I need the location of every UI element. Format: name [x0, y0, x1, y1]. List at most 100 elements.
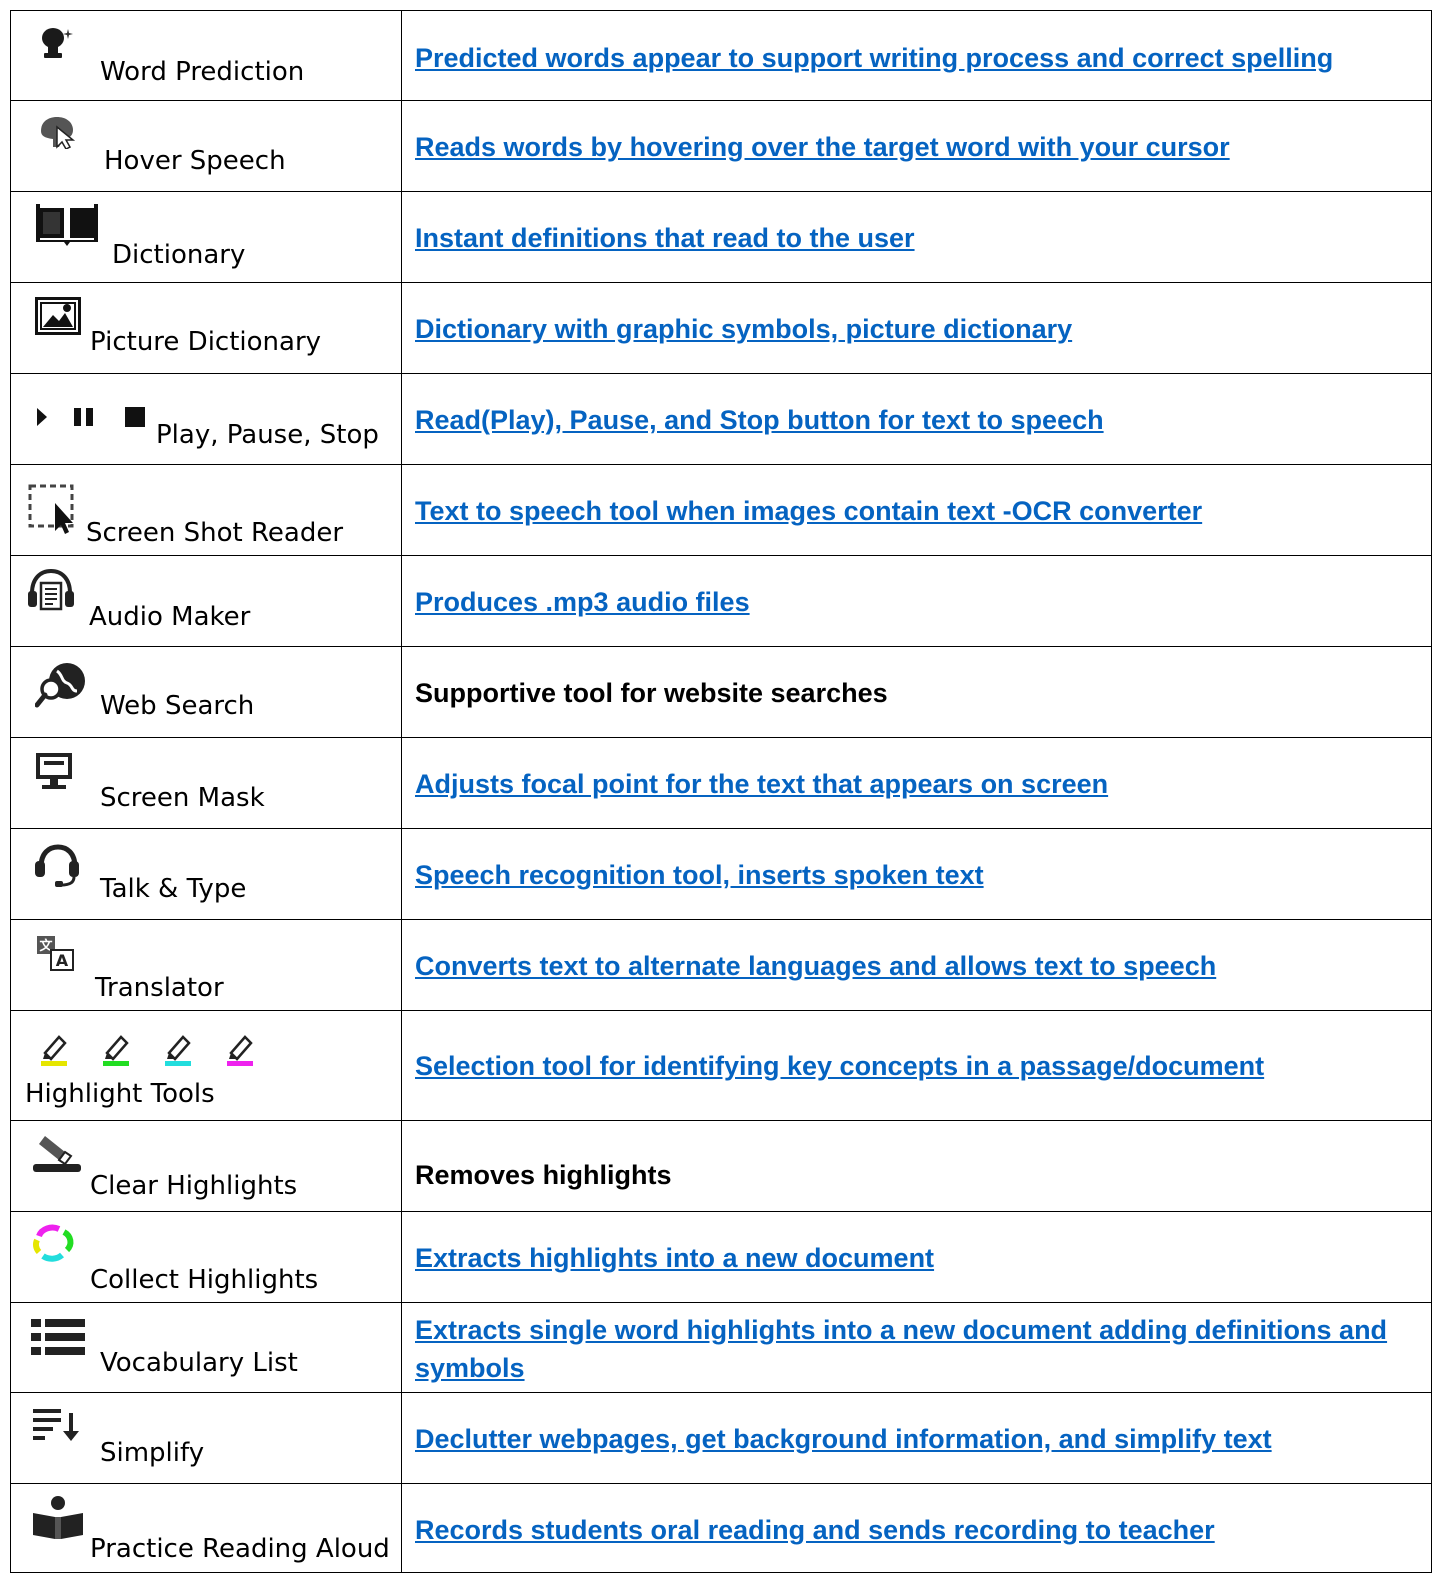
table-row: Hover Speech Reads words by hovering ove…: [10, 100, 1432, 192]
play-pause-stop-icons: [35, 406, 153, 432]
table-row: Collect Highlights Extracts highlights i…: [10, 1211, 1432, 1303]
tool-name: Web Search: [100, 691, 255, 721]
tool-name-cell: Practice Reading Aloud: [10, 1483, 402, 1573]
tool-name-cell: Dictionary: [10, 191, 402, 283]
tool-name: Dictionary: [112, 240, 246, 270]
table-row: 文A Translator Converts text to alternate…: [10, 919, 1432, 1011]
tool-description: Supportive tool for website searches: [415, 678, 888, 708]
table-row: Simplify Declutter webpages, get backgro…: [10, 1392, 1432, 1484]
highlighter-icons: [39, 1031, 269, 1067]
table-row: Clear Highlights Removes highlights: [10, 1120, 1432, 1212]
tool-description-cell: Predicted words appear to support writin…: [401, 10, 1432, 101]
simplify-icon: [31, 1407, 83, 1443]
tool-description-link[interactable]: Selection tool for identifying key conce…: [415, 1047, 1264, 1085]
svg-text:A: A: [56, 951, 69, 970]
table-row: Vocabulary List Extracts single word hig…: [10, 1302, 1432, 1393]
tool-description: Removes highlights: [415, 1160, 672, 1190]
tool-name-cell: Clear Highlights: [10, 1120, 402, 1212]
tool-name: Practice Reading Aloud: [90, 1534, 390, 1564]
monitor-icon: [34, 751, 74, 791]
tool-name-cell: Word Prediction: [10, 10, 402, 101]
tool-name: Play, Pause, Stop: [156, 420, 379, 450]
tool-name-cell: Screen Mask: [10, 737, 402, 829]
tool-description-cell: Reads words by hovering over the target …: [401, 100, 1432, 192]
table-row: Screen Shot Reader Text to speech tool w…: [10, 464, 1432, 556]
picture-icon: [35, 297, 81, 335]
headset-icon: [33, 843, 81, 889]
tool-name-cell: Play, Pause, Stop: [10, 373, 402, 465]
tool-description-link[interactable]: Extracts single word highlights into a n…: [415, 1311, 1421, 1387]
tool-name: Screen Mask: [100, 783, 265, 813]
table-row: Talk & Type Speech recognition tool, ins…: [10, 828, 1432, 920]
tool-description-link[interactable]: Text to speech tool when images contain …: [415, 492, 1202, 530]
tool-name-cell: Vocabulary List: [10, 1302, 402, 1393]
tool-name: Hover Speech: [104, 146, 286, 176]
tool-name: Clear Highlights: [90, 1171, 298, 1201]
tool-description-cell: Supportive tool for website searches: [401, 646, 1432, 738]
translate-icon: 文A: [35, 934, 75, 972]
tool-name-cell: Talk & Type: [10, 828, 402, 920]
collect-cycle-icon: [31, 1224, 75, 1262]
tool-name-cell: Collect Highlights: [10, 1211, 402, 1303]
tool-name: Highlight Tools: [25, 1079, 215, 1109]
tool-name-cell: Highlight Tools: [10, 1010, 402, 1121]
tool-description-link[interactable]: Produces .mp3 audio files: [415, 583, 750, 621]
tool-description-link[interactable]: Converts text to alternate languages and…: [415, 947, 1216, 985]
tool-name-cell: Picture Dictionary: [10, 282, 402, 374]
book-icon: [36, 202, 98, 246]
globe-search-icon: [35, 661, 91, 709]
table-row: Word Prediction Predicted words appear t…: [10, 10, 1432, 101]
tool-description-cell: Extracts single word highlights into a n…: [401, 1302, 1432, 1393]
table-row: Web Search Supportive tool for website s…: [10, 646, 1432, 738]
tool-description-cell: Read(Play), Pause, and Stop button for t…: [401, 373, 1432, 465]
tool-description-link[interactable]: Reads words by hovering over the target …: [415, 128, 1230, 166]
table-row: Dictionary Instant definitions that read…: [10, 191, 1432, 283]
tool-description-cell: Removes highlights: [401, 1120, 1432, 1212]
tools-table: Word Prediction Predicted words appear t…: [10, 10, 1432, 1573]
tool-description-link[interactable]: Dictionary with graphic symbols, picture…: [415, 310, 1072, 348]
tool-name: Audio Maker: [89, 602, 251, 632]
tool-description-cell: Records students oral reading and sends …: [401, 1483, 1432, 1573]
tool-name: Simplify: [100, 1438, 205, 1468]
table-row: Highlight Tools Selection tool for ident…: [10, 1010, 1432, 1121]
tool-description-link[interactable]: Declutter webpages, get background infor…: [415, 1420, 1272, 1458]
tool-name-cell: Simplify: [10, 1392, 402, 1484]
tool-name: Collect Highlights: [90, 1265, 319, 1295]
hover-speech-icon: [39, 117, 77, 149]
tool-description-cell: Selection tool for identifying key conce…: [401, 1010, 1432, 1121]
tool-description-cell: Adjusts focal point for the text that ap…: [401, 737, 1432, 829]
tool-name-cell: Web Search: [10, 646, 402, 738]
tool-description-link[interactable]: Adjusts focal point for the text that ap…: [415, 765, 1108, 803]
headphones-document-icon: [26, 567, 76, 617]
tool-description-cell: Converts text to alternate languages and…: [401, 919, 1432, 1011]
tool-name: Picture Dictionary: [90, 327, 322, 357]
tool-name-cell: 文A Translator: [10, 919, 402, 1011]
reader-person-icon: [31, 1495, 85, 1541]
tool-description-cell: Speech recognition tool, inserts spoken …: [401, 828, 1432, 920]
tool-name: Word Prediction: [100, 57, 305, 87]
tool-description-link[interactable]: Speech recognition tool, inserts spoken …: [415, 856, 984, 894]
tool-description-link[interactable]: Predicted words appear to support writin…: [415, 39, 1333, 77]
tool-description-link[interactable]: Read(Play), Pause, and Stop button for t…: [415, 401, 1104, 439]
table-row: Picture Dictionary Dictionary with graph…: [10, 282, 1432, 374]
tool-description-link[interactable]: Instant definitions that read to the use…: [415, 219, 915, 257]
tool-description-cell: Text to speech tool when images contain …: [401, 464, 1432, 556]
word-prediction-icon: [39, 25, 75, 61]
tool-name-cell: Audio Maker: [10, 555, 402, 647]
tool-name-cell: Hover Speech: [10, 100, 402, 192]
tool-name-cell: Screen Shot Reader: [10, 464, 402, 556]
screenshot-reader-icon: [27, 483, 81, 535]
table-row: Practice Reading Aloud Records students …: [10, 1483, 1432, 1573]
tool-description-link[interactable]: Records students oral reading and sends …: [415, 1511, 1215, 1549]
list-icon: [31, 1319, 85, 1357]
tool-name: Translator: [95, 973, 224, 1003]
tool-name: Screen Shot Reader: [86, 518, 344, 548]
tool-description-cell: Extracts highlights into a new document: [401, 1211, 1432, 1303]
table-row: Audio Maker Produces .mp3 audio files: [10, 555, 1432, 647]
tool-name: Talk & Type: [100, 874, 247, 904]
table-row: Screen Mask Adjusts focal point for the …: [10, 737, 1432, 829]
tool-description-cell: Dictionary with graphic symbols, picture…: [401, 282, 1432, 374]
tool-description-cell: Declutter webpages, get background infor…: [401, 1392, 1432, 1484]
tool-name: Vocabulary List: [100, 1348, 298, 1378]
tool-description-link[interactable]: Extracts highlights into a new document: [415, 1239, 934, 1277]
